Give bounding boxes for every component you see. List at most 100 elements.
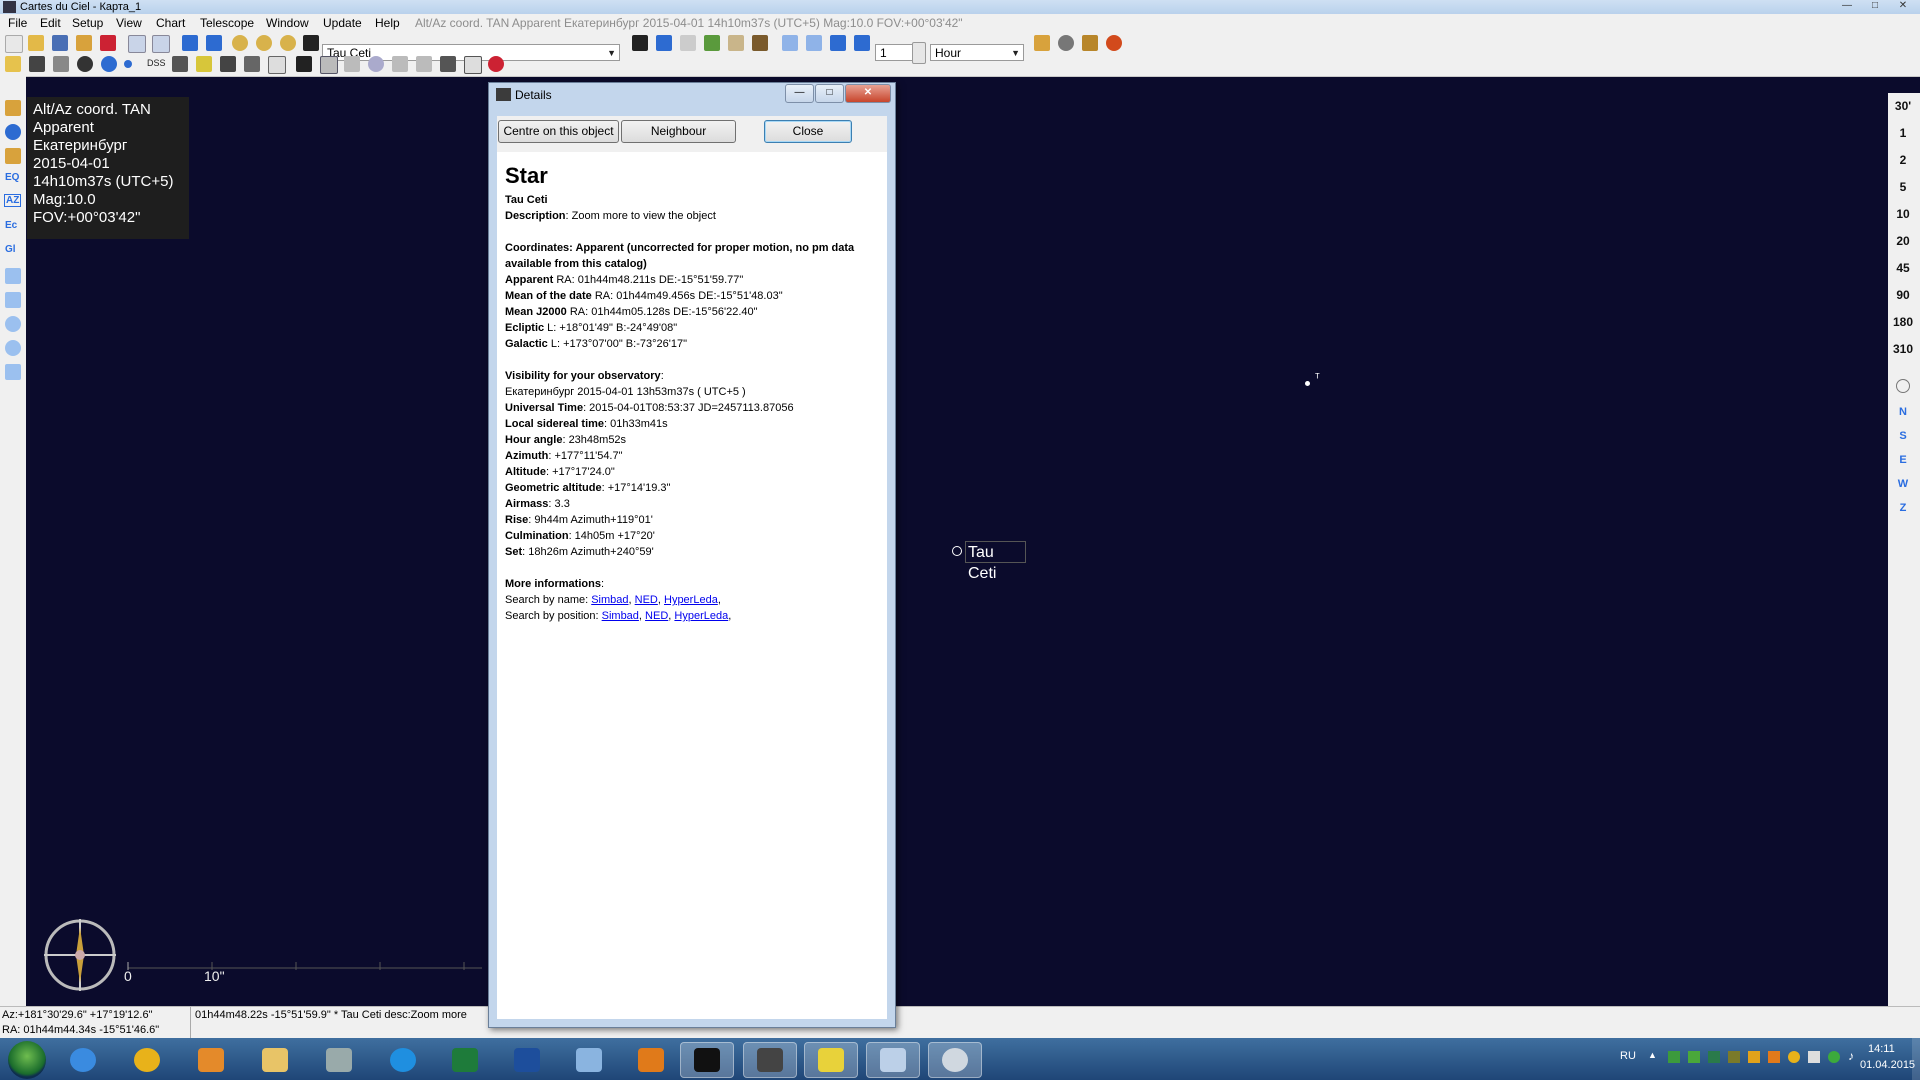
tray-app-icon[interactable] [1668,1051,1680,1063]
fov-button[interactable]: 20 [1888,234,1918,248]
flip-v-icon[interactable] [5,292,21,308]
tray-app-icon[interactable] [1748,1051,1760,1063]
tools-icon[interactable] [1082,35,1098,51]
clock-date[interactable]: 01.04.2015 [1860,1059,1915,1071]
fov-button[interactable]: 5 [1888,180,1918,194]
menu-update[interactable]: Update [323,14,362,32]
time-unit-select[interactable]: Hour ▼ [930,44,1024,61]
hyperleda-position-link[interactable]: HyperLeda [674,610,728,622]
redo-icon[interactable] [206,35,222,51]
explorer-taskbar-button[interactable] [248,1042,302,1078]
close-button[interactable]: Close [764,120,852,143]
grid-icon[interactable] [320,56,338,74]
notes-taskbar-button[interactable] [804,1042,858,1078]
power-icon[interactable] [1106,35,1122,51]
horizon-view-icon[interactable] [1896,379,1910,393]
camera-icon[interactable] [172,56,188,72]
chart-icon[interactable] [5,100,21,116]
stars-mode-icon[interactable] [464,56,482,74]
milkyway-icon[interactable] [440,56,456,72]
view-west-button[interactable]: W [1888,478,1918,490]
show-desktop-button[interactable] [1912,1038,1920,1080]
tray-expand-icon[interactable]: ▲ [1648,1050,1657,1060]
ned-name-link[interactable]: NED [635,594,658,606]
calendar-icon[interactable] [728,35,744,51]
menu-edit[interactable]: Edit [40,14,61,32]
telrad-icon[interactable] [392,56,408,72]
fov-button[interactable]: 180 [1888,315,1918,329]
view-east-button[interactable]: E [1888,454,1918,466]
horizon-icon[interactable] [704,35,720,51]
view-south-button[interactable]: S [1888,430,1918,442]
view-north-button[interactable]: N [1888,406,1918,418]
hyperleda-name-link[interactable]: HyperLeda [664,594,718,606]
language-indicator[interactable]: RU [1620,1050,1636,1062]
minimize-button[interactable]: — [1834,0,1860,12]
onec-taskbar-button[interactable] [120,1042,174,1078]
word-taskbar-button[interactable] [500,1042,554,1078]
window-tile-icon[interactable] [128,35,146,53]
config-icon[interactable] [100,35,116,51]
volume-icon[interactable]: ♪ [1848,1049,1854,1063]
tray-app-icon[interactable] [1688,1051,1700,1063]
zoom-in-icon[interactable] [232,35,248,51]
satellite-taskbar-button[interactable] [312,1042,366,1078]
clock-time[interactable]: 14:11 [1868,1043,1895,1055]
dialog-minimize-button[interactable]: — [785,84,814,103]
fov-button[interactable]: 1 [1888,126,1918,140]
bulb-icon[interactable] [196,56,212,72]
menu-view[interactable]: View [116,14,142,32]
window-split-icon[interactable] [152,35,170,53]
fov-button[interactable]: 2 [1888,153,1918,167]
tray-app-icon[interactable] [1708,1051,1720,1063]
earth-icon[interactable] [5,124,21,140]
star-tool-icon[interactable] [5,56,21,72]
label-icon[interactable] [268,56,286,74]
excel-taskbar-button[interactable] [438,1042,492,1078]
tray-app-icon[interactable] [1788,1051,1800,1063]
menu-window[interactable]: Window [266,14,309,32]
open-icon[interactable] [28,35,44,51]
pointer-icon[interactable] [29,56,45,72]
menu-help[interactable]: Help [375,14,400,32]
stop-icon[interactable] [806,35,822,51]
ie-taskbar-button[interactable] [56,1042,110,1078]
flip-h-icon[interactable] [5,268,21,284]
maximize-button[interactable]: □ [1862,0,1888,12]
step-back-icon[interactable] [782,35,798,51]
constellation-icon[interactable] [220,56,236,72]
eq-mode-icon[interactable]: EQ [5,172,19,183]
menu-file[interactable]: File [8,14,27,32]
centre-object-button[interactable]: Centre on this object [498,120,619,143]
fov-button[interactable]: 10 [1888,207,1918,221]
rotate-ccw-icon[interactable] [5,340,21,356]
undo-icon[interactable] [182,35,198,51]
rotate-cw-icon[interactable] [5,316,21,332]
media-taskbar-button[interactable] [624,1042,678,1078]
ned-position-link[interactable]: NED [645,610,668,622]
skype-taskbar-button[interactable] [376,1042,430,1078]
view-zenith-button[interactable]: Z [1888,502,1918,514]
zoom-fit-icon[interactable] [280,35,296,51]
menu-telescope[interactable]: Telescope [200,14,254,32]
fov-button[interactable]: 90 [1888,288,1918,302]
sun-icon[interactable] [1034,35,1050,51]
target-marker[interactable]: Tau Ceti [952,541,1026,582]
fov-button[interactable]: 30' [1888,99,1918,113]
list-icon[interactable] [680,35,696,51]
frame-icon[interactable] [416,56,432,72]
star-point[interactable] [1305,381,1310,386]
eq-grid-icon[interactable] [344,56,360,72]
pencil-icon[interactable] [53,56,69,72]
simbad-position-link[interactable]: Simbad [602,610,639,622]
pan-icon[interactable] [5,364,21,380]
cmd-taskbar-button[interactable] [680,1042,734,1078]
zoom-out-icon[interactable] [256,35,272,51]
calendar-left-icon[interactable] [5,148,21,164]
dot-icon[interactable] [124,60,132,68]
fov-button[interactable]: 45 [1888,261,1918,275]
menu-setup[interactable]: Setup [72,14,103,32]
simbad-name-link[interactable]: Simbad [591,594,628,606]
tray-app-icon[interactable] [1828,1051,1840,1063]
dialog-close-x-button[interactable]: ✕ [845,84,891,103]
